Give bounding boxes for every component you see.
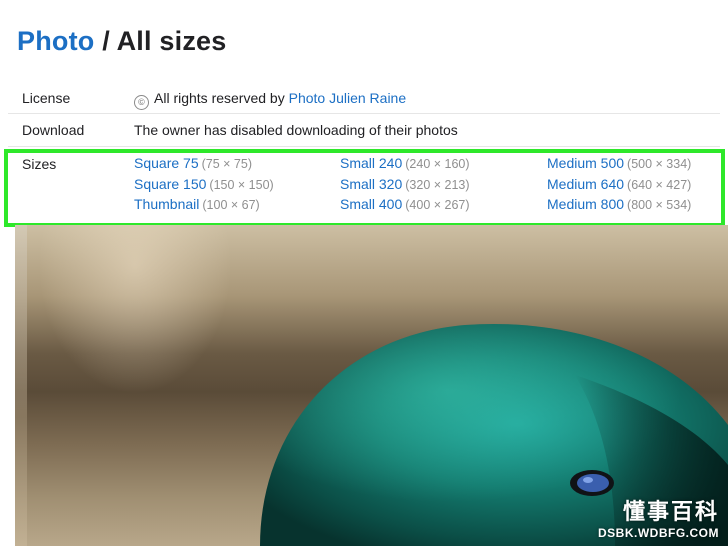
size-link-medium-500[interactable]: Medium 500 <box>547 155 624 171</box>
size-dims: (400 × 267) <box>405 198 470 212</box>
size-option: Medium 800 (800 × 534) <box>547 196 691 217</box>
license-value: © All rights reserved by Photo Julien Rai… <box>134 90 406 110</box>
size-option: Thumbnail (100 × 67) <box>134 196 274 217</box>
size-option: Medium 500 (500 × 334) <box>547 155 691 176</box>
license-text: All rights reserved by <box>154 90 285 106</box>
size-dims: (150 × 150) <box>209 177 274 192</box>
size-option: Small 320 (320 × 213) <box>340 176 470 197</box>
download-text: The owner has disabled downloading of th… <box>134 122 458 138</box>
sizes-highlight-box: Sizes Square 75 (75 × 75) Square 150 (150 … <box>4 149 725 227</box>
size-link-small-240[interactable]: Small 240 <box>340 155 402 171</box>
photo-preview: 懂事百科 DSBK.WDBFG.COM <box>15 225 728 546</box>
size-link-small-400[interactable]: Small 400 <box>340 196 402 212</box>
size-dims: (800 × 534) <box>627 198 692 212</box>
size-link-square-75[interactable]: Square 75 <box>134 155 199 171</box>
size-link-thumbnail[interactable]: Thumbnail <box>134 196 199 212</box>
breadcrumb-separator: / <box>102 26 110 56</box>
size-dims: (500 × 334) <box>627 157 692 171</box>
license-row: License © All rights reserved by Photo Ju… <box>8 80 720 114</box>
size-dims: (240 × 160) <box>405 157 470 171</box>
sizes-column-square: Square 75 (75 × 75) Square 150 (150 × 150)… <box>134 155 274 217</box>
breadcrumb-current: All sizes <box>116 26 227 56</box>
size-dims: (320 × 213) <box>405 177 470 192</box>
size-option: Square 75 (75 × 75) <box>134 155 274 176</box>
watermark-title: 懂事百科 <box>622 499 719 524</box>
page-title: Photo / All sizes <box>17 26 226 57</box>
size-link-medium-800[interactable]: Medium 800 <box>547 196 624 212</box>
sizes-label: Sizes <box>22 156 57 172</box>
size-dims: (75 × 75) <box>201 157 252 171</box>
watermark-url: DSBK.WDBFG.COM <box>598 526 719 540</box>
size-option: Small 240 (240 × 160) <box>340 155 470 176</box>
download-row: Download The owner has disabled download… <box>8 114 720 147</box>
size-dims: (100 × 67) <box>202 198 260 212</box>
size-link-medium-640[interactable]: Medium 640 <box>547 176 624 192</box>
sizes-column-small: Small 240 (240 × 160) Small 320 (320 × 213… <box>340 155 470 217</box>
size-link-small-320[interactable]: Small 320 <box>340 176 402 192</box>
size-link-square-150[interactable]: Square 150 <box>134 176 206 192</box>
download-label: Download <box>22 122 85 138</box>
sizes-column-medium: Medium 500 (500 × 334) Medium 640 (640 × 4… <box>547 155 691 217</box>
size-option: Square 150 (150 × 150) <box>134 176 274 197</box>
size-option: Small 400 (400 × 267) <box>340 196 470 217</box>
copyright-icon: © <box>134 95 149 110</box>
size-dims: (640 × 427) <box>627 177 692 192</box>
license-label: License <box>22 90 71 106</box>
size-option: Medium 640 (640 × 427) <box>547 176 691 197</box>
watermark: 懂事百科 DSBK.WDBFG.COM <box>598 494 719 540</box>
license-owner-link[interactable]: Photo Julien Raine <box>289 90 407 106</box>
breadcrumb-photo-link[interactable]: Photo <box>17 26 94 56</box>
